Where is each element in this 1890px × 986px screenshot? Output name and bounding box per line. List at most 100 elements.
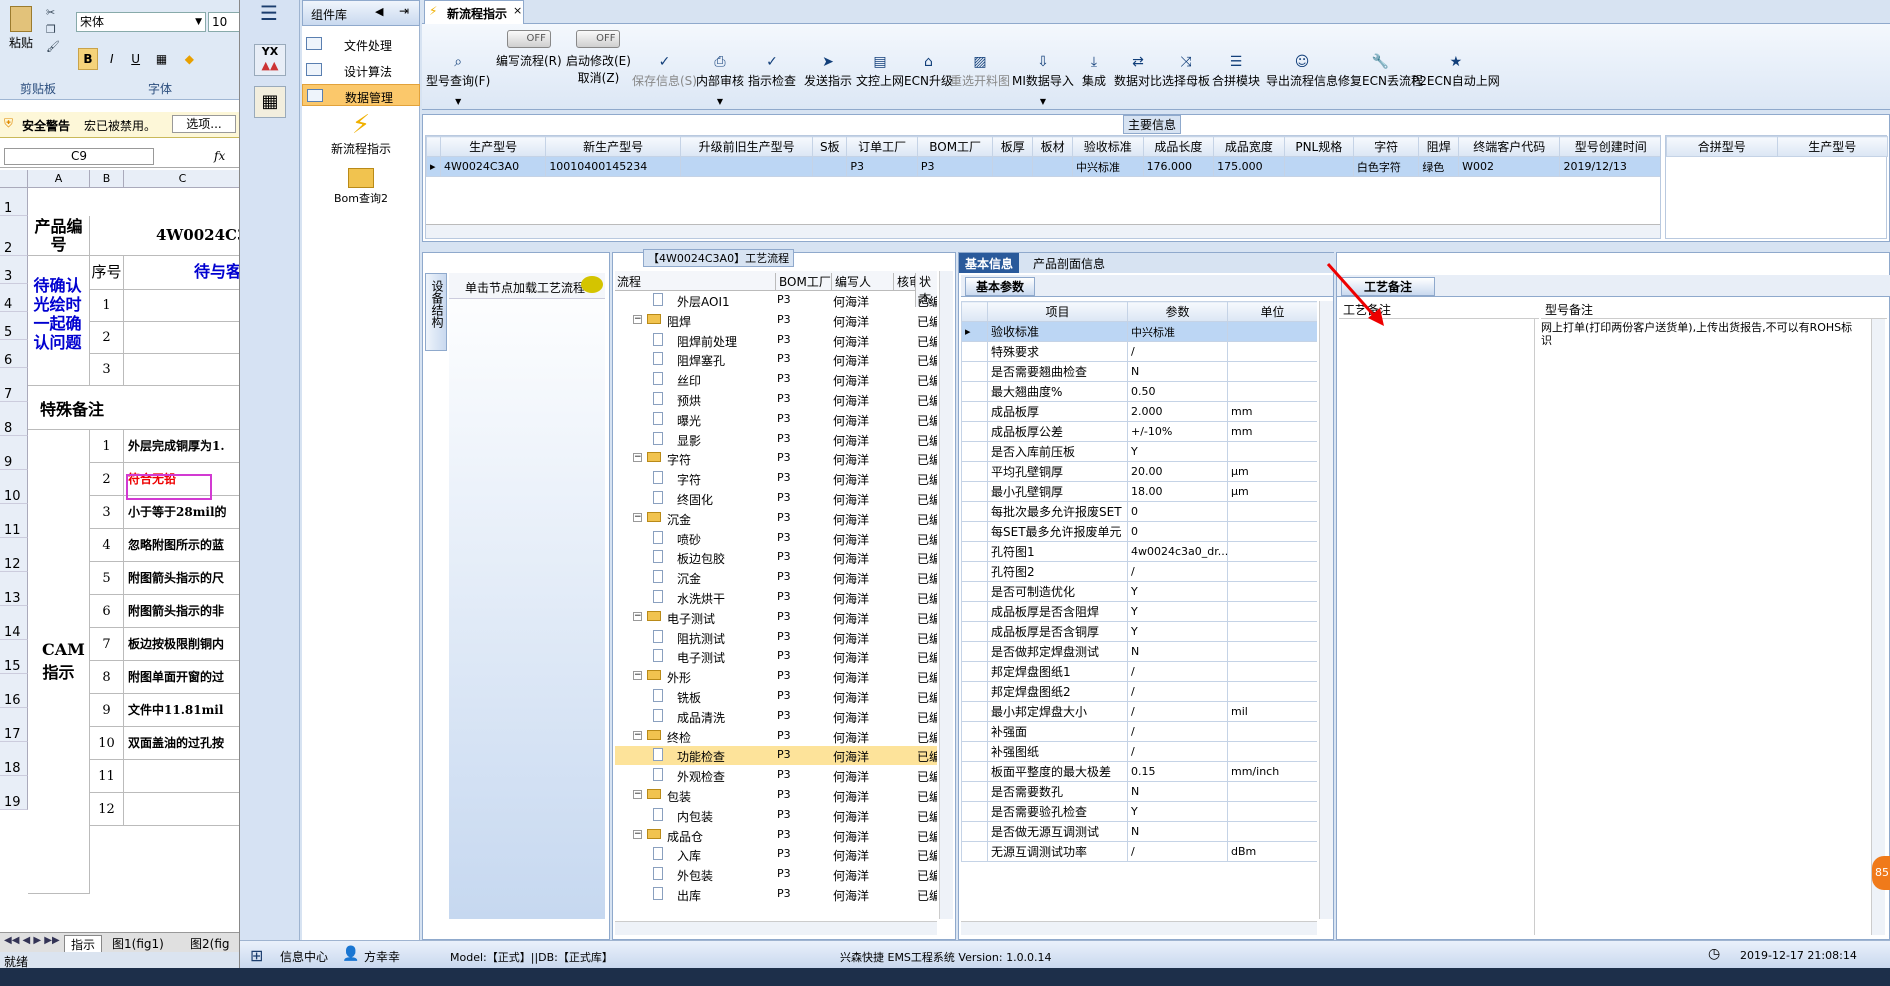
main-cell[interactable] [1283, 156, 1354, 177]
param-cell[interactable]: 邦定焊盘图纸2 [987, 681, 1128, 702]
param-cell[interactable]: Y [1127, 581, 1228, 602]
chevron-down-icon[interactable]: ▼ [1012, 97, 1074, 106]
param-cell[interactable] [1227, 561, 1317, 582]
param-cell[interactable]: +/-10% [1127, 421, 1228, 442]
row-header[interactable]: 10 [0, 470, 28, 504]
main-cell[interactable]: 2019/12/13 [1559, 156, 1660, 177]
param-cell[interactable]: μm [1227, 461, 1317, 482]
row-header[interactable]: 6 [0, 340, 28, 368]
param-cell[interactable]: 邦定焊盘图纸1 [987, 661, 1128, 682]
sheet-nav-icons[interactable]: ◀◀ ◀ ▶ ▶▶ [4, 935, 60, 946]
main-info-grid[interactable]: 生产型号 新生产型号 升级前旧生产型号 S板 订单工厂 BOM工厂 板厚 板材 验收标准 成品长度… [425, 135, 1661, 239]
param-cell[interactable]: 最小邦定焊盘大小 [987, 701, 1128, 722]
param-cell[interactable]: / [1127, 741, 1228, 762]
row-header[interactable]: 7 [0, 368, 28, 402]
param-cell[interactable]: N [1127, 361, 1228, 382]
param-cell[interactable]: 0 [1127, 501, 1228, 522]
flow-col-0[interactable]: 流程 [617, 273, 641, 290]
item-no[interactable]: 11 [90, 760, 124, 793]
param-cell[interactable]: mm/inch [1227, 761, 1317, 782]
param-cell[interactable]: 是否做无源互调测试 [987, 821, 1128, 842]
params-grid[interactable]: 项目 参数 单位 ▸ 验收标准 中兴标准 特殊要求 / 是否需要翘曲检查 N 最大翘曲度% 0.50 成… [961, 301, 1317, 919]
collapse-icon[interactable]: − [633, 512, 642, 522]
main-col-0[interactable]: 生产型号 [439, 136, 547, 157]
item-text[interactable] [124, 290, 239, 322]
horizontal-scrollbar[interactable] [426, 224, 1660, 238]
param-cell[interactable] [1227, 741, 1317, 762]
param-cell[interactable]: 是否做邦定焊盘测试 [987, 641, 1128, 662]
item-no[interactable]: 6 [90, 595, 124, 628]
param-cell[interactable]: 中兴标准 [1127, 321, 1228, 342]
border-icon[interactable]: ▦ [149, 49, 173, 69]
param-cell[interactable]: N [1127, 821, 1228, 842]
row-header[interactable]: 19 [0, 776, 28, 810]
param-cell[interactable]: 验收标准 [987, 321, 1128, 342]
param-cell[interactable]: 0 [1127, 521, 1228, 542]
horizontal-scrollbar[interactable] [615, 921, 937, 935]
nav-item-algo[interactable]: 设计算法 [302, 60, 420, 80]
collapse-icon[interactable]: − [633, 829, 642, 839]
toolbar-btn-9[interactable]: ▨ 重选开料图 [950, 54, 1010, 89]
item-text[interactable] [124, 354, 239, 386]
toolbar-btn-15[interactable]: ☺ 导出流程信息 [1266, 54, 1338, 89]
param-cell[interactable]: 20.00 [1127, 461, 1228, 482]
merge-col-0[interactable]: 合拼型号 [1666, 136, 1778, 157]
collapse-icon[interactable]: − [633, 730, 642, 740]
param-cell[interactable]: 特殊要求 [987, 341, 1128, 362]
param-cell[interactable]: 最大翘曲度% [987, 381, 1128, 402]
flow-col-1[interactable]: BOM工厂 [775, 273, 831, 290]
italic-button[interactable]: I [102, 49, 122, 69]
model-note-text[interactable]: 网上打单(打印两份客户送货单),上传出货报告,不可以有ROHS标识 [1541, 321, 1861, 347]
param-cell[interactable]: 是否需要翘曲检查 [987, 361, 1128, 382]
param-cell[interactable]: dBm [1227, 841, 1317, 862]
param-cell[interactable]: / [1127, 681, 1228, 702]
main-cell[interactable]: P3 [846, 156, 918, 177]
item-no[interactable]: 2 [90, 463, 124, 496]
param-cell[interactable]: 成品板厚是否含铜厚 [987, 621, 1128, 642]
param-cell[interactable]: N [1127, 781, 1228, 802]
nav-item-file[interactable]: 文件处理 [302, 34, 420, 54]
param-cell[interactable]: 补强面 [987, 721, 1128, 742]
item-no[interactable]: 9 [90, 694, 124, 727]
main-col-6[interactable]: 板厚 [992, 136, 1034, 157]
item-no[interactable]: 2 [90, 322, 124, 354]
param-cell[interactable]: 孔符图1 [987, 541, 1128, 562]
param-cell[interactable]: N [1127, 641, 1228, 662]
format-painter-icon[interactable]: 🖌 [46, 38, 60, 55]
row-header[interactable]: 16 [0, 674, 28, 708]
item-no[interactable]: 8 [90, 661, 124, 694]
param-cell[interactable] [1227, 321, 1317, 342]
yx-logo-icon[interactable]: YX ▲▲ [254, 44, 286, 76]
flow-row[interactable]: 显影 P3 何海洋 已编写 [615, 430, 937, 449]
menu-icon[interactable]: ☰ [254, 2, 284, 24]
param-cell[interactable] [1227, 581, 1317, 602]
main-col-7[interactable]: 板材 [1032, 136, 1073, 157]
main-col-10[interactable]: 成品宽度 [1213, 136, 1285, 157]
flow-row[interactable]: 成品清洗 P3 何海洋 已编写 [615, 707, 937, 726]
param-cell[interactable] [1227, 601, 1317, 622]
row-header[interactable]: 14 [0, 606, 28, 640]
param-cell[interactable] [1227, 381, 1317, 402]
chevron-down-icon[interactable]: ▼ [426, 97, 490, 106]
main-cell[interactable]: 中兴标准 [1071, 156, 1144, 177]
collapse-icon[interactable]: − [633, 611, 642, 621]
flow-row[interactable]: 水洗烘干 P3 何海洋 已编写 [615, 588, 937, 607]
item-text[interactable]: 文件中11.81mil [124, 694, 239, 727]
row-header[interactable]: 11 [0, 504, 28, 538]
flow-row[interactable]: − 字符 P3 何海洋 已编写 [615, 449, 937, 468]
main-cell[interactable]: W002 [1458, 156, 1561, 177]
param-cell[interactable]: Y [1127, 441, 1228, 462]
vertical-scrollbar[interactable] [1319, 301, 1333, 919]
vertical-scrollbar[interactable] [1871, 319, 1885, 935]
row-header[interactable]: 13 [0, 572, 28, 606]
cut-icon[interactable]: ✂ [46, 4, 60, 21]
fx-icon[interactable]: fx [214, 149, 225, 163]
flow-row[interactable]: − 成品仓 P3 何海洋 已编写 [615, 826, 937, 845]
param-cell[interactable] [1227, 521, 1317, 542]
param-cell[interactable] [1227, 661, 1317, 682]
item-text[interactable] [124, 793, 239, 826]
flow-row[interactable]: − 终检 P3 何海洋 已编写 [615, 727, 937, 746]
toolbar-btn-3[interactable]: ✓ 保存信息(S) [632, 54, 697, 89]
main-col-11[interactable]: PNL规格 [1283, 136, 1354, 157]
main-col-14[interactable]: 终端客户代码 [1458, 136, 1561, 157]
